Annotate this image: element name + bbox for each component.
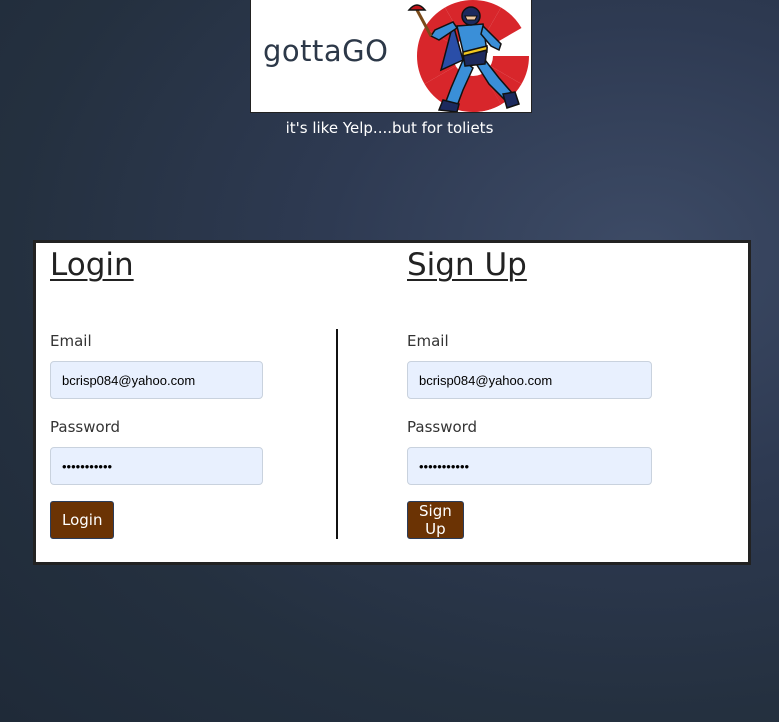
signup-password-label: Password [407,418,478,436]
signup-button[interactable]: Sign Up [407,501,464,539]
logo-text: gottaGO [263,34,389,68]
logo-banner: gottaGO [250,0,532,113]
login-email-label: Email [50,332,92,350]
tagline: it's like Yelp....but for toliets [285,119,494,137]
login-password-input[interactable] [50,447,263,485]
signup-email-label: Email [407,332,449,350]
login-button[interactable]: Login [50,501,115,539]
superhero-plunger-icon [407,0,529,112]
signup-password-input[interactable] [407,447,652,485]
signup-email-input[interactable] [407,361,652,399]
login-password-label: Password [50,418,121,436]
auth-card: Login Email Password Login Sign Up Email… [33,240,751,565]
column-divider [336,329,338,539]
login-heading: Login [50,247,134,283]
login-email-input[interactable] [50,361,263,399]
signup-heading: Sign Up [407,247,527,283]
